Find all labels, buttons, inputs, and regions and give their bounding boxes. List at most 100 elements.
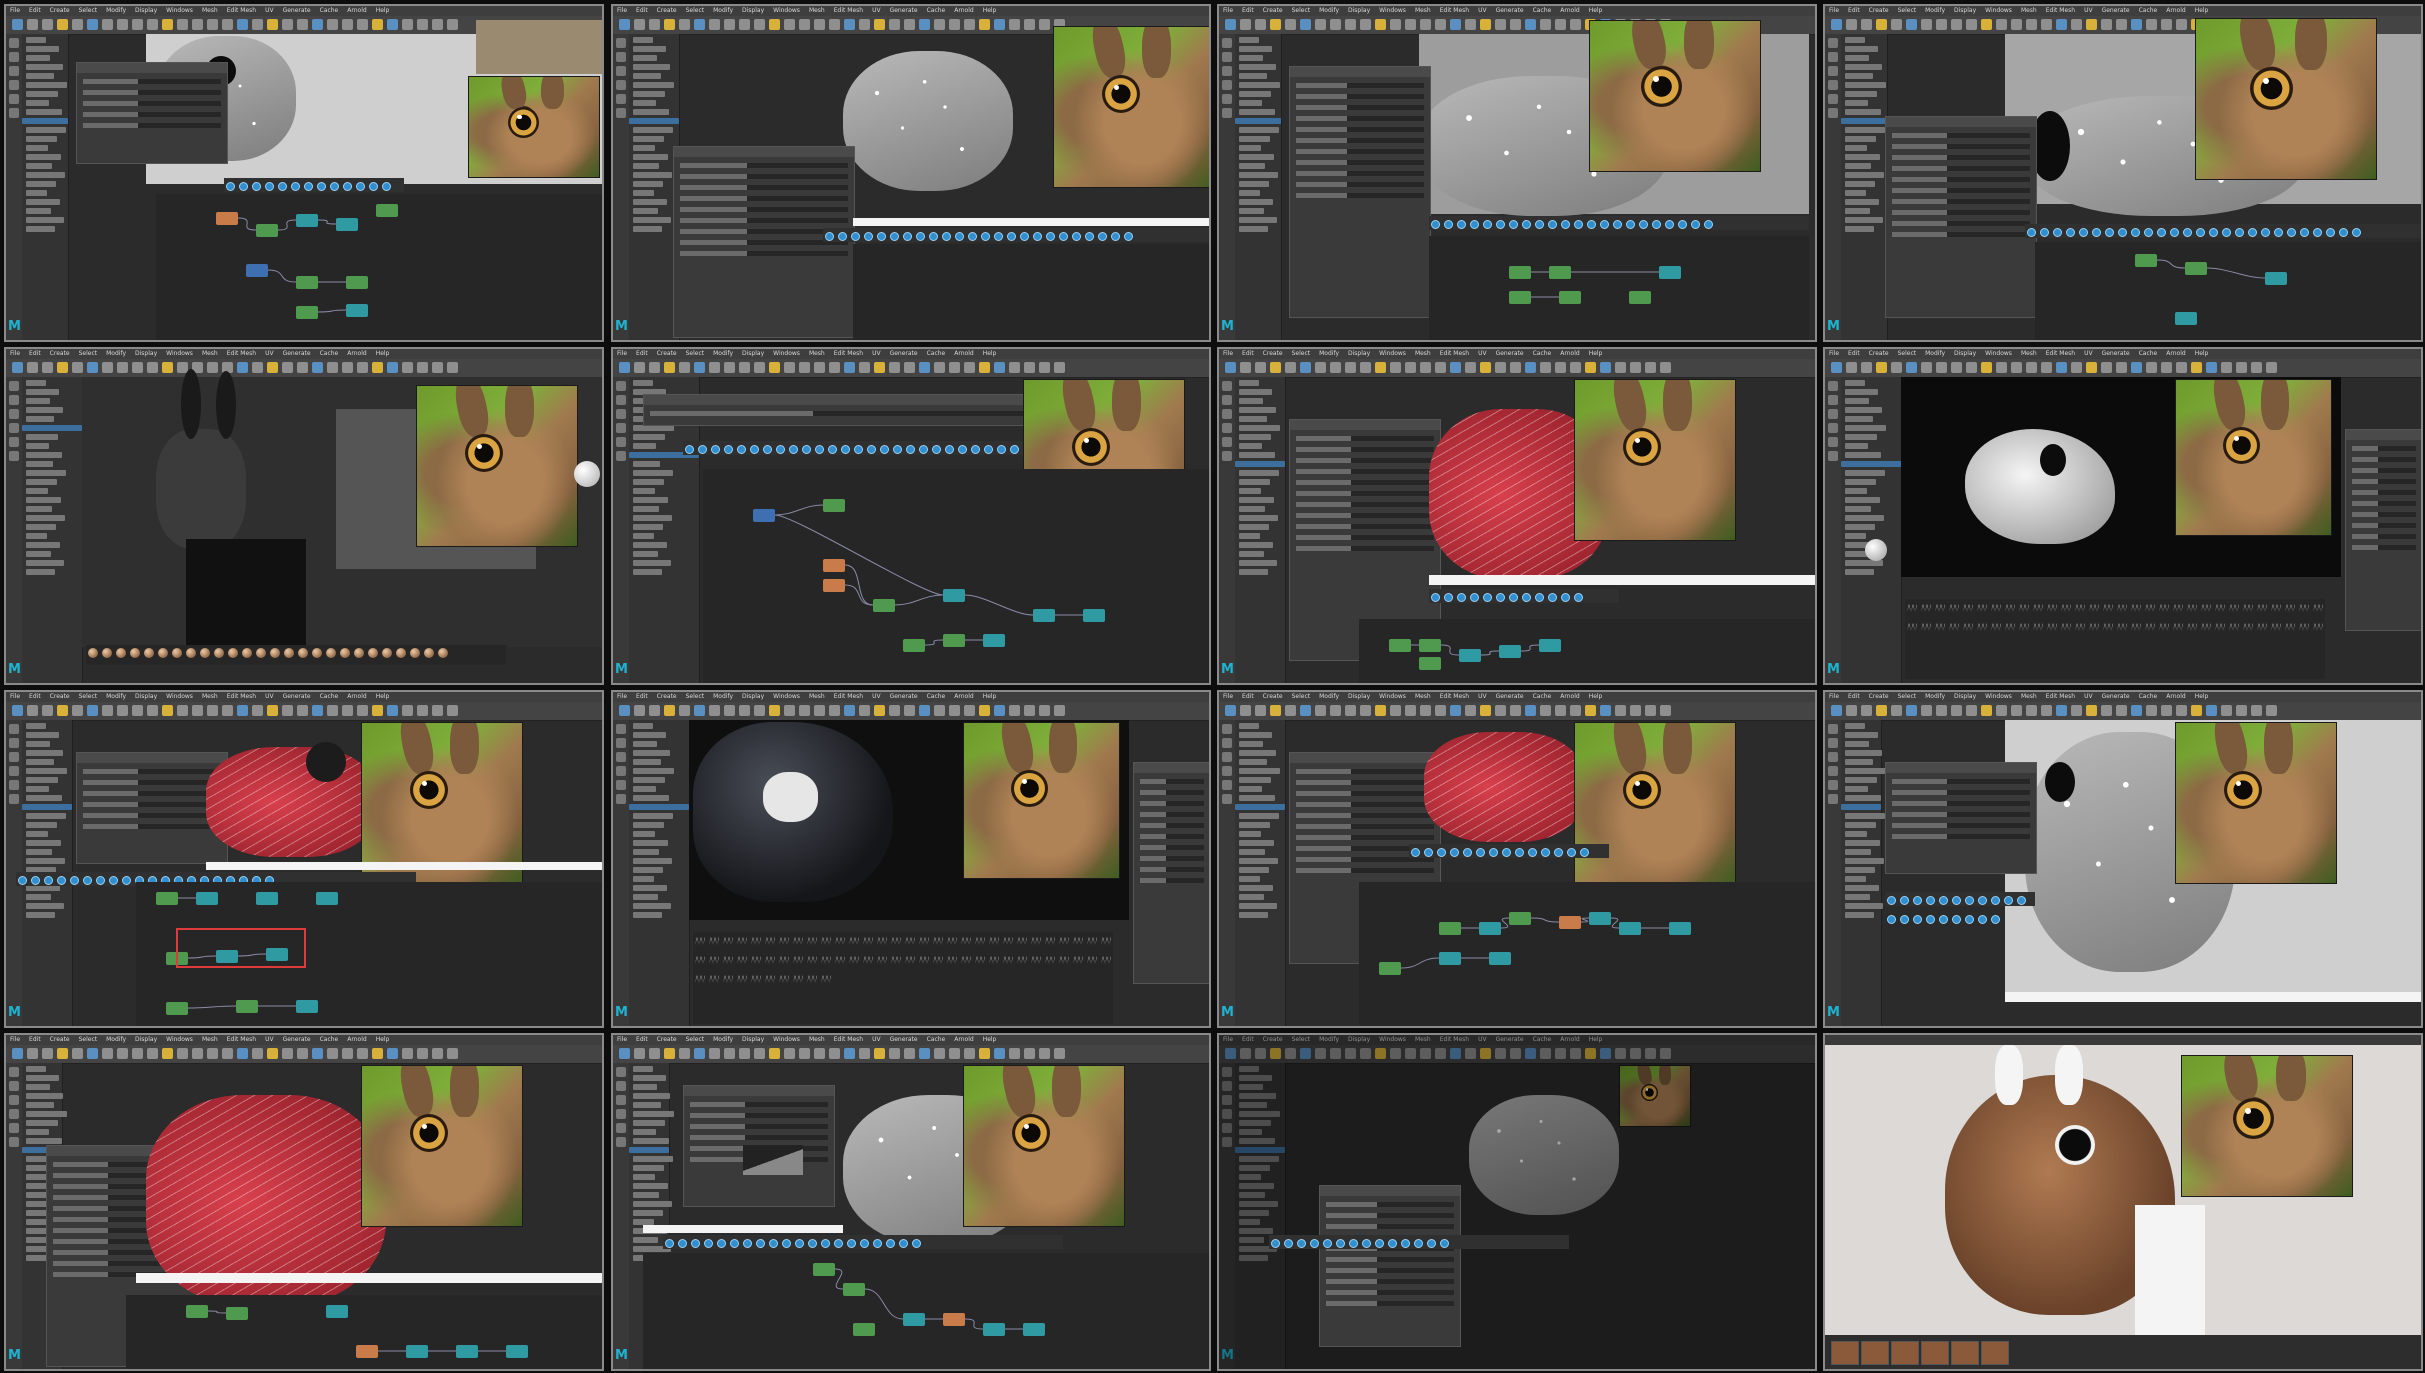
brush-stamp-icon[interactable] [975, 937, 985, 945]
xgen-tool-icon[interactable] [1887, 915, 1896, 924]
shelf-tool-icon[interactable] [327, 19, 338, 30]
shelf-tool-icon[interactable] [1495, 705, 1506, 716]
shelf-tool-icon[interactable] [1315, 19, 1326, 30]
shelf-tool-icon[interactable] [1645, 362, 1656, 373]
outliner-row[interactable] [633, 840, 668, 846]
shelf-tool-icon[interactable] [2236, 705, 2247, 716]
shelf-tool-icon[interactable] [949, 362, 960, 373]
brush-stamp-icon[interactable] [1935, 623, 1945, 631]
brush-stamp-icon[interactable] [1977, 623, 1987, 631]
brush-stamp-icon[interactable] [1907, 604, 1917, 612]
brush-stamp-icon[interactable] [1031, 956, 1041, 964]
outliner-row[interactable] [1845, 831, 1867, 837]
xgen-tool-icon[interactable] [795, 1239, 804, 1248]
xgen-tool-icon[interactable] [2248, 228, 2257, 237]
shelf-tool-icon[interactable] [1285, 705, 1296, 716]
menu-item[interactable]: Arnold [1560, 350, 1579, 357]
attribute-slider[interactable] [83, 791, 221, 796]
shelf-tool-icon[interactable] [1465, 19, 1476, 30]
brush-stamp-icon[interactable] [1059, 956, 1069, 964]
graph-node[interactable] [356, 1345, 378, 1358]
xgen-tool-icon[interactable] [57, 876, 66, 885]
shelf-tool-icon[interactable] [1270, 362, 1281, 373]
shelf-tool-icon[interactable] [2041, 19, 2052, 30]
menu-item[interactable]: Generate [2102, 693, 2130, 700]
shelf-tool-icon[interactable] [649, 705, 660, 716]
shelf-tool-icon[interactable] [1240, 19, 1251, 30]
menu-item[interactable]: Edit [1242, 693, 1254, 700]
tool-icon[interactable] [616, 80, 626, 90]
outliner-row[interactable] [633, 37, 653, 43]
xgen-tool-icon[interactable] [343, 182, 352, 191]
menu-item[interactable]: File [1829, 7, 1839, 14]
brush-stamp-icon[interactable] [2005, 604, 2015, 612]
shelf-tool-icon[interactable] [2161, 705, 2172, 716]
outliner-row[interactable] [1845, 217, 1883, 223]
material-ball-icon[interactable] [298, 648, 308, 658]
attribute-slider[interactable] [1326, 1257, 1454, 1262]
graph-node[interactable] [1559, 291, 1581, 304]
outliner-row[interactable] [1845, 434, 1877, 440]
xgen-tool-icon[interactable] [1440, 1239, 1449, 1248]
shelf-tool-icon[interactable] [432, 19, 443, 30]
xgen-tool-icon[interactable] [971, 445, 980, 454]
tool-icon[interactable] [9, 1123, 19, 1133]
shelf-tool-icon[interactable] [2131, 19, 2142, 30]
outliner-row[interactable] [633, 1129, 656, 1135]
shelf-tool-icon[interactable] [2146, 19, 2157, 30]
outliner-row[interactable] [26, 1084, 50, 1090]
shelf-tool-icon[interactable] [1450, 19, 1461, 30]
outliner-row[interactable] [1239, 154, 1274, 160]
attribute-slider[interactable] [1296, 769, 1434, 774]
shelf-tool-icon[interactable] [634, 705, 645, 716]
xgen-tool-icon[interactable] [724, 445, 733, 454]
shelf-tool-icon[interactable] [27, 1048, 38, 1059]
outliner-row[interactable] [1845, 759, 1873, 765]
shelf-tool-icon[interactable] [709, 1048, 720, 1059]
attribute-slider[interactable] [1296, 502, 1434, 507]
shelf-tool-icon[interactable] [1540, 19, 1551, 30]
graph-node[interactable] [296, 1000, 318, 1013]
shelf-tool-icon[interactable] [72, 362, 83, 373]
outliner-row[interactable] [1239, 380, 1259, 386]
brush-stamp-icon[interactable] [891, 956, 901, 964]
menu-item[interactable]: Generate [283, 1036, 311, 1043]
graph-node[interactable] [983, 1323, 1005, 1336]
brush-stamp-icon[interactable] [1073, 956, 1083, 964]
shelf-tool-icon[interactable] [1360, 362, 1371, 373]
outliner-row[interactable] [633, 380, 653, 386]
brush-stamp-icon[interactable] [765, 975, 775, 983]
shelf-tool-icon[interactable] [619, 362, 630, 373]
outliner-row[interactable] [1239, 55, 1263, 61]
outliner-row[interactable] [26, 416, 54, 422]
shelf-tool-icon[interactable] [634, 1048, 645, 1059]
menu-item[interactable]: File [1223, 350, 1233, 357]
xgen-tool-icon[interactable] [854, 445, 863, 454]
xgen-tool-icon[interactable] [2209, 228, 2218, 237]
menu-item[interactable]: Edit [1242, 350, 1254, 357]
menu-item[interactable]: Arnold [2166, 7, 2185, 14]
menu-item[interactable]: Display [1954, 7, 1976, 14]
attribute-slider[interactable] [680, 218, 848, 223]
brush-stamp-icon[interactable] [835, 937, 845, 945]
menu-item[interactable]: Display [135, 7, 157, 14]
graph-node[interactable] [1439, 922, 1461, 935]
tool-icon[interactable] [616, 66, 626, 76]
attribute-slider[interactable] [680, 196, 848, 201]
attribute-slider[interactable] [1296, 171, 1424, 176]
outliner-row[interactable] [633, 1066, 653, 1072]
xgen-tool-icon[interactable] [828, 445, 837, 454]
menu-item[interactable]: UV [2084, 693, 2093, 700]
menu-item[interactable]: File [617, 1036, 627, 1043]
shelf-tool-icon[interactable] [904, 705, 915, 716]
tool-icon[interactable] [9, 94, 19, 104]
shelf-tool-icon[interactable] [342, 705, 353, 716]
material-ball-icon[interactable] [340, 648, 350, 658]
xgen-tool-icon[interactable] [776, 445, 785, 454]
brush-stamp-icon[interactable] [933, 956, 943, 964]
xgen-tool-icon[interactable] [2170, 228, 2179, 237]
attribute-slider[interactable] [83, 802, 221, 807]
outliner-row[interactable] [1845, 885, 1879, 891]
shelf-tool-icon[interactable] [889, 1048, 900, 1059]
shelf-tool-icon[interactable] [312, 19, 323, 30]
